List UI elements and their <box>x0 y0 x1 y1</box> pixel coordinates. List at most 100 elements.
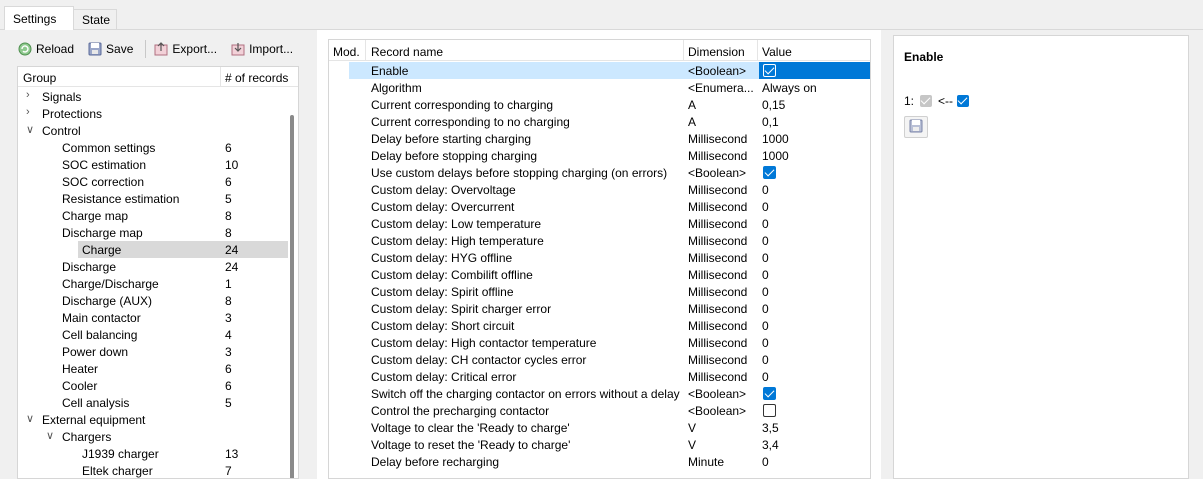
tree-item[interactable]: SOC correction 6 <box>18 173 288 190</box>
tree-item[interactable]: Cell balancing 4 <box>18 326 288 343</box>
dimension-column-header[interactable]: Dimension <box>688 45 745 59</box>
record-row[interactable]: Switch off the charging contactor on err… <box>329 385 870 402</box>
record-value[interactable]: 0 <box>762 234 769 248</box>
record-value[interactable]: 0 <box>762 217 769 231</box>
record-value[interactable]: 0,15 <box>762 98 785 112</box>
tree-item[interactable]: Discharge (AUX) 8 <box>18 292 288 309</box>
record-value[interactable]: 0 <box>762 319 769 333</box>
chevron-down-icon[interactable]: ∨ <box>46 429 54 442</box>
record-row[interactable]: Use custom delays before stopping chargi… <box>329 164 870 181</box>
record-value[interactable]: Always on <box>762 81 817 95</box>
tree-item[interactable]: Common settings 6 <box>18 139 288 156</box>
tree-item[interactable]: Cell analysis 5 <box>18 394 288 411</box>
name-column-header[interactable]: Record name <box>371 45 443 59</box>
tree-item[interactable]: Main contactor 3 <box>18 309 288 326</box>
tree-item-label: External equipment <box>42 413 146 427</box>
chevron-down-icon[interactable]: ∨ <box>26 412 34 425</box>
tree-item[interactable]: Discharge 24 <box>18 258 288 275</box>
record-value[interactable]: 0 <box>762 353 769 367</box>
export-button[interactable]: Export... <box>154 42 217 56</box>
tree-item[interactable]: Eltek charger 7 <box>18 462 288 478</box>
record-value[interactable]: 0 <box>762 336 769 350</box>
record-dimension: Millisecond <box>688 319 748 333</box>
record-row[interactable]: Custom delay: Spirit charger error Millis… <box>329 300 870 317</box>
record-value[interactable]: 1000 <box>762 149 789 163</box>
tree-item[interactable]: SOC estimation 10 <box>18 156 288 173</box>
record-value[interactable]: 0 <box>762 200 769 214</box>
chevron-right-icon[interactable]: › <box>26 106 30 118</box>
record-row[interactable]: Custom delay: CH contactor cycles error M… <box>329 351 870 368</box>
record-row[interactable]: Custom delay: Spirit offline Millisecond 0 <box>329 283 870 300</box>
tab-state[interactable]: State <box>73 9 117 29</box>
record-value[interactable]: 0,1 <box>762 115 779 129</box>
record-row[interactable]: Custom delay: Short circuit Millisecond 0 <box>329 317 870 334</box>
record-row[interactable]: Custom delay: HYG offline Millisecond 0 <box>329 249 870 266</box>
records-column-header[interactable]: # of records <box>225 71 288 85</box>
record-row[interactable]: Custom delay: High temperature Millisecon… <box>329 232 870 249</box>
tree-item[interactable]: Heater 6 <box>18 360 288 377</box>
apply-save-button[interactable] <box>904 116 928 138</box>
group-tree[interactable]: Group # of records › Signals › Protections ∨… <box>17 66 299 479</box>
tab-settings[interactable]: Settings <box>4 6 74 30</box>
tree-item[interactable]: J1939 charger 13 <box>18 445 288 462</box>
tree-item[interactable]: Discharge map 8 <box>18 224 288 241</box>
record-row[interactable]: Algorithm <Enumera... Always on <box>329 79 870 96</box>
chevron-down-icon[interactable]: ∨ <box>26 123 34 136</box>
record-value[interactable]: 0 <box>762 251 769 265</box>
tree-scrollbar[interactable] <box>287 87 297 478</box>
tree-item[interactable]: › Protections <box>18 105 288 122</box>
record-row[interactable]: Delay before starting charging Millisecon… <box>329 130 870 147</box>
record-row[interactable]: Control the precharging contactor <Boolea… <box>329 402 870 419</box>
record-row[interactable]: Custom delay: High contactor temperature… <box>329 334 870 351</box>
record-value[interactable]: 0 <box>762 285 769 299</box>
record-row[interactable]: Custom delay: Low temperature Millisecond… <box>329 215 870 232</box>
tree-item-count: 4 <box>225 328 232 342</box>
scrollbar-thumb[interactable] <box>290 115 294 478</box>
tree-item-label: Control <box>42 124 81 138</box>
record-row[interactable]: Delay before recharging Minute 0 <box>329 453 870 470</box>
tree-item[interactable]: Charge map 8 <box>18 207 288 224</box>
record-value[interactable]: 3,5 <box>762 421 779 435</box>
tree-item[interactable]: ∨ External equipment <box>18 411 288 428</box>
tree-item[interactable]: ∨ Chargers <box>18 428 288 445</box>
record-value[interactable]: 3,4 <box>762 438 779 452</box>
tree-item[interactable]: Power down 3 <box>18 343 288 360</box>
record-row[interactable]: Delay before stopping charging Millisecon… <box>329 147 870 164</box>
record-value[interactable]: 0 <box>762 183 769 197</box>
reload-button[interactable]: Reload <box>18 42 74 56</box>
tree-item[interactable]: › Signals <box>18 88 288 105</box>
tree-item[interactable]: ∨ Control <box>18 122 288 139</box>
chevron-right-icon[interactable]: › <box>26 89 30 101</box>
value-checkbox[interactable] <box>763 64 776 77</box>
mod-column-header[interactable]: Mod. <box>333 45 360 59</box>
new-value-checkbox[interactable] <box>957 95 970 107</box>
record-row[interactable]: Current corresponding to no charging A 0,1 <box>329 113 870 130</box>
tree-item-label: J1939 charger <box>82 447 159 461</box>
save-button[interactable]: Save <box>88 42 133 56</box>
record-row[interactable]: Custom delay: Overvoltage Millisecond 0 <box>329 181 870 198</box>
value-checkbox[interactable] <box>763 404 776 417</box>
record-value[interactable]: 1000 <box>762 132 789 146</box>
record-row[interactable]: Voltage to reset the 'Ready to charge' V 3… <box>329 436 870 453</box>
record-row[interactable]: Custom delay: Overcurrent Millisecond 0 <box>329 198 870 215</box>
import-button[interactable]: Import... <box>231 42 293 56</box>
record-name: Voltage to reset the 'Ready to charge' <box>371 438 571 452</box>
record-row[interactable]: Custom delay: Critical error Millisecond 0 <box>329 368 870 385</box>
record-value[interactable]: 0 <box>762 302 769 316</box>
group-column-header[interactable]: Group <box>23 71 56 85</box>
value-checkbox[interactable] <box>763 387 776 400</box>
record-row[interactable]: Voltage to clear the 'Ready to charge' V 3… <box>329 419 870 436</box>
record-value[interactable]: 0 <box>762 370 769 384</box>
tree-item[interactable]: Resistance estimation 5 <box>18 190 288 207</box>
value-checkbox[interactable] <box>763 166 776 179</box>
record-row[interactable]: Enable <Boolean> <box>329 62 870 79</box>
tree-item[interactable]: Charge 24 <box>78 241 288 258</box>
tree-item[interactable]: Charge/Discharge 1 <box>18 275 288 292</box>
record-row[interactable]: Custom delay: Combilift offline Milliseco… <box>329 266 870 283</box>
record-value[interactable]: 0 <box>762 455 769 469</box>
record-row[interactable]: Current corresponding to charging A 0,15 <box>329 96 870 113</box>
value-column-header[interactable]: Value <box>762 45 792 59</box>
current-value-checkbox <box>920 95 933 107</box>
record-value[interactable]: 0 <box>762 268 769 282</box>
tree-item[interactable]: Cooler 6 <box>18 377 288 394</box>
